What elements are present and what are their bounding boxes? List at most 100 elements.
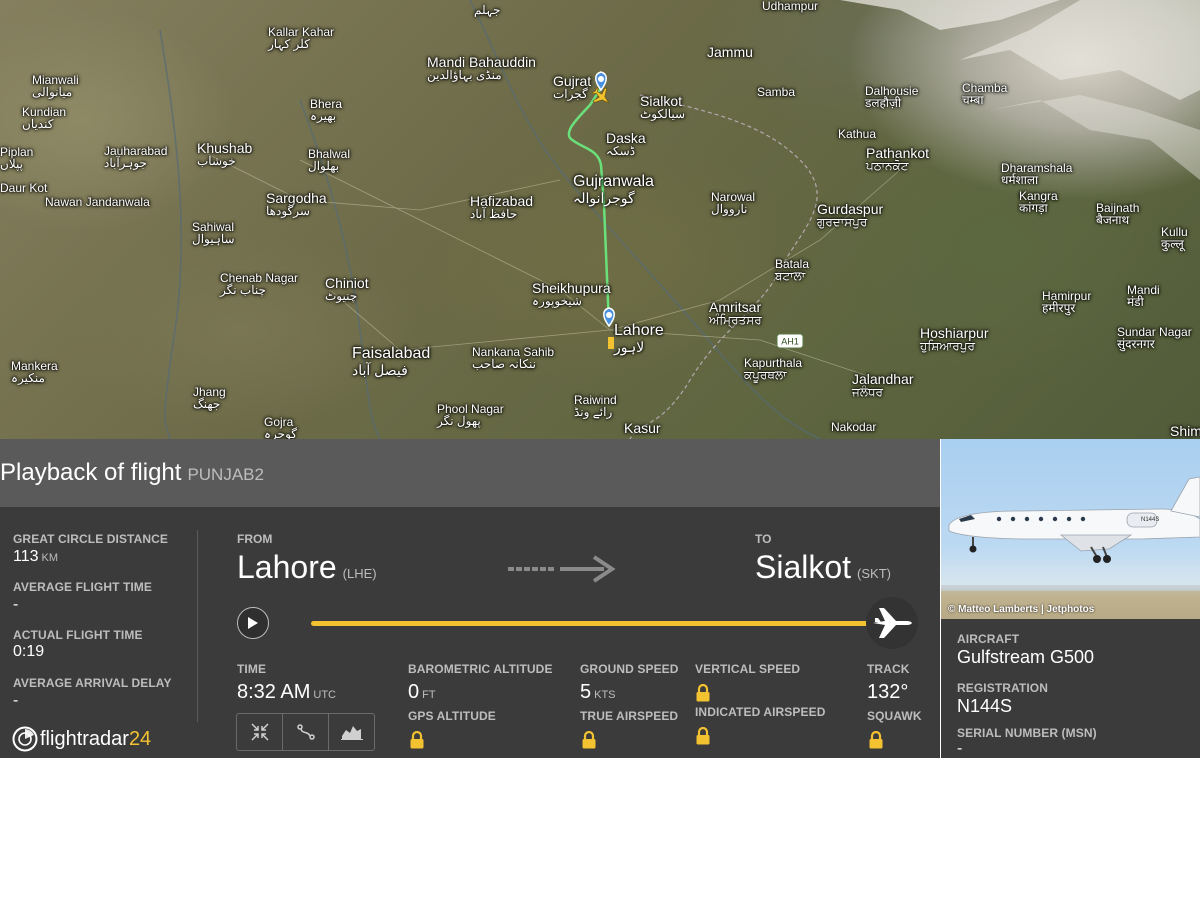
logo-accent-text: 24 xyxy=(128,727,152,750)
city-label: Kapurthala ਕਪੂਰਥਲਾ xyxy=(744,356,803,382)
city-label: Hafizabad حافظ آباد xyxy=(470,193,534,221)
city-label: Chiniot چنیوٹ xyxy=(325,275,369,303)
radar-logo-icon xyxy=(12,726,38,752)
city-label: Bhalwal بھلوال xyxy=(308,147,351,173)
true-airspeed-label: TRUE AIRSPEED xyxy=(580,709,679,723)
actual-flight-time-value: 0:19 xyxy=(13,643,45,660)
avg-arrival-delay-value: - xyxy=(13,692,19,709)
city-label: Samba xyxy=(757,85,796,99)
route-icon xyxy=(296,724,315,740)
city-label: Phool Nagar پھول نگر xyxy=(437,402,504,428)
city-label: Sargodha سرگودھا xyxy=(266,190,327,218)
city-label: Batala ਬਟਾਲਾ xyxy=(775,257,810,283)
city-label: Amritsar ਅੰਮ੍ਰਿਤਸਰ xyxy=(709,299,762,327)
ground-speed-label: GROUND SPEED xyxy=(580,662,679,676)
from-label: FROM xyxy=(237,532,273,546)
city-label: Piplan پپلاں xyxy=(0,145,34,171)
lock-icon xyxy=(696,727,710,745)
city-label: Raiwind رائے ونڈ xyxy=(574,393,617,419)
distance-label: GREAT CIRCLE DISTANCE xyxy=(13,532,168,546)
collapse-arrows-icon xyxy=(250,723,269,741)
highway-shield: AH1 xyxy=(776,333,804,349)
indicated-airspeed-label: INDICATED AIRSPEED xyxy=(695,705,826,719)
distance-value: 113 KM xyxy=(13,548,59,565)
actual-flight-time-label: ACTUAL FLIGHT TIME xyxy=(13,628,143,642)
city-label: Daska ڈسکہ xyxy=(606,130,646,158)
aircraft-image: N144S xyxy=(941,476,1200,619)
baro-altitude-value: 0 FT xyxy=(408,681,436,703)
city-label: Kasur xyxy=(624,420,661,436)
altitude-graph-button[interactable] xyxy=(329,714,374,750)
play-icon xyxy=(248,617,258,629)
city-label: Dalhousie डलहौज़ी xyxy=(865,84,919,110)
aircraft-type-value[interactable]: Gulfstream G500 xyxy=(957,647,1094,668)
city-label: Chamba चम्बा xyxy=(962,81,1008,107)
avg-flight-time-value: - xyxy=(13,596,19,613)
lock-icon xyxy=(696,684,710,702)
column-divider xyxy=(197,530,198,722)
avg-arrival-delay-label: AVERAGE ARRIVAL DELAY xyxy=(13,676,172,690)
city-label: Nakodar xyxy=(831,420,877,434)
city-label: Kathua xyxy=(838,127,877,141)
serial-number-value: - xyxy=(957,740,963,757)
aircraft-info-panel: AIRCRAFT Gulfstream G500 REGISTRATION N1… xyxy=(941,619,1200,758)
to-label: TO xyxy=(755,532,772,546)
city-label: Mankera منکیرہ xyxy=(11,359,58,385)
serial-number-label: SERIAL NUMBER (MSN) xyxy=(957,726,1097,740)
destination-airport[interactable]: Sialkot (SKT) xyxy=(755,549,891,586)
city-label: Chenab Nagar چناب نگر xyxy=(220,271,299,297)
flight-callsign: PUNJAB2 xyxy=(187,465,264,484)
city-label: Faisalabad فیصل آباد xyxy=(352,345,431,379)
track-value: 132° xyxy=(867,681,909,703)
lock-icon xyxy=(869,731,883,749)
collapse-view-button[interactable] xyxy=(237,714,283,750)
squawk-label: SQUAWK xyxy=(867,709,922,723)
vertical-speed-label: VERTICAL SPEED xyxy=(695,662,801,676)
city-label: Gujrat گجرات xyxy=(553,73,592,101)
playback-progress-bar[interactable] xyxy=(311,621,891,626)
playback-handle[interactable] xyxy=(866,597,918,649)
city-label: Khushab خوشاب xyxy=(197,140,253,168)
view-tools xyxy=(236,713,375,751)
photo-credit[interactable]: © Matteo Lamberts | Jetphotos xyxy=(948,604,1094,615)
route-arrow-icon xyxy=(508,555,616,588)
city-label: Sundar Nagar सुंदरनगर xyxy=(1117,325,1192,351)
city-label: Lahore لاہور xyxy=(614,322,664,356)
city-label: Daur Kot xyxy=(0,181,48,195)
playback-header: Playback of flight PUNJAB2 xyxy=(0,439,940,507)
city-label: Jhang جھنگ xyxy=(193,385,226,411)
city-label: Mandi Bahauddin منڈی بہاؤالدین xyxy=(427,54,536,82)
city-label: Hamirpur हमीरपुर xyxy=(1042,289,1092,315)
city-label: Pathankot ਪਠਾਨਕੋਟ xyxy=(866,145,930,173)
city-label: Baijnath बैजनाथ xyxy=(1096,201,1140,227)
city-label: Gujranwala گوجرانوالہ xyxy=(573,173,654,207)
play-button[interactable] xyxy=(237,607,269,639)
city-label: Shimla xyxy=(1170,423,1200,439)
city-label: Nawan Jandanwala xyxy=(45,195,150,209)
aircraft-label: AIRCRAFT xyxy=(957,632,1020,646)
ground-speed-value: 5 KTS xyxy=(580,681,616,703)
playback-title: Playback of flight PUNJAB2 xyxy=(0,459,264,487)
playback-title-text: Playback of flight xyxy=(0,459,182,486)
origin-airport[interactable]: Lahore (LHE) xyxy=(237,549,377,586)
graph-icon xyxy=(340,726,363,740)
city-label: Sahiwal ساہیوال xyxy=(192,220,235,246)
logo-text: flightradar xyxy=(40,727,129,750)
city-label: Gurdaspur ਗੁਰਦਾਸਪੁਰ xyxy=(817,201,884,229)
city-label: جہلم xyxy=(474,3,501,17)
city-label: Jammu xyxy=(707,44,753,60)
registration-value[interactable]: N144S xyxy=(957,696,1012,717)
svg-text:N144S: N144S xyxy=(1141,517,1159,523)
lock-icon xyxy=(582,731,596,749)
flight-map[interactable]: AH1 جہلم Udhampur Kallar Kahar کلر کہار J… xyxy=(0,0,1200,439)
aircraft-photo[interactable]: N144S © Matteo Lamberts | Jetphotos xyxy=(941,439,1200,619)
city-label: Kullu कुल्लू xyxy=(1161,225,1188,251)
registration-label: REGISTRATION xyxy=(957,681,1048,695)
origin-pin-icon[interactable] xyxy=(603,307,615,328)
map-overlay: AH1 xyxy=(159,0,1200,439)
city-label: Kundian کندیاں xyxy=(22,105,67,131)
flightradar24-logo[interactable]: flightradar 24 xyxy=(12,726,151,752)
route-view-button[interactable] xyxy=(283,714,329,750)
city-label: Kangra कांगड़ा xyxy=(1019,189,1058,215)
svg-text:AH1: AH1 xyxy=(781,337,799,347)
